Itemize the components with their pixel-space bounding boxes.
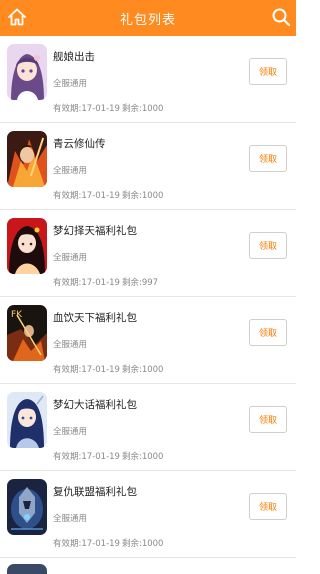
gift-list: 舰娘出击 全服通用 有效期:17-01-19 剩余:1000 领取 青云修仙传 全… bbox=[0, 36, 296, 558]
gift-remaining: 剩余:997 bbox=[121, 278, 159, 288]
claim-button[interactable]: 领取 bbox=[249, 58, 287, 85]
gift-expiry: 有效期:17-01-19 bbox=[53, 191, 120, 201]
claim-button[interactable]: 领取 bbox=[249, 406, 287, 433]
gift-remaining: 剩余:1000 bbox=[121, 191, 164, 201]
gift-meta: 有效期:17-01-19 剩余:1000 bbox=[53, 450, 163, 462]
next-item-peek bbox=[0, 558, 296, 574]
gift-name: 梦幻择天福利礼包 bbox=[53, 225, 137, 237]
gift-name: 舰娘出击 bbox=[53, 51, 95, 63]
top-bar: 礼包列表 bbox=[0, 0, 296, 36]
gift-expiry: 有效期:17-01-19 bbox=[53, 452, 120, 462]
gift-meta: 有效期:17-01-19 剩余:1000 bbox=[53, 537, 163, 549]
search-icon[interactable] bbox=[270, 6, 292, 28]
gift-expiry: 有效期:17-01-19 bbox=[53, 365, 120, 375]
claim-button[interactable]: 领取 bbox=[249, 145, 287, 172]
game-cover-anime-girl-icon bbox=[7, 44, 47, 100]
gift-meta: 有效期:17-01-19 剩余:1000 bbox=[53, 363, 163, 375]
game-cover-armored-knight-icon bbox=[7, 479, 47, 535]
gift-remaining: 剩余:1000 bbox=[121, 539, 164, 549]
gift-name: 复仇联盟福利礼包 bbox=[53, 486, 137, 498]
game-cover-fire-warrior-icon bbox=[7, 131, 47, 187]
gift-expiry: 有效期:17-01-19 bbox=[53, 104, 120, 114]
gift-scope: 全服通用 bbox=[53, 253, 88, 263]
page-title: 礼包列表 bbox=[119, 12, 176, 28]
gift-item[interactable]: 舰娘出击 全服通用 有效期:17-01-19 剩余:1000 领取 bbox=[0, 36, 296, 123]
game-cover-blue-hair-swordswoman-icon bbox=[7, 392, 47, 448]
gift-scope: 全服通用 bbox=[53, 514, 88, 524]
claim-button[interactable]: 领取 bbox=[249, 232, 287, 259]
gift-remaining: 剩余:1000 bbox=[121, 452, 164, 462]
gift-meta: 有效期:17-01-19 剩余:997 bbox=[53, 276, 158, 288]
game-cover-fk-warrior-icon: FK bbox=[7, 305, 47, 361]
game-cover-red-hair-heroine-icon bbox=[7, 218, 47, 274]
gift-meta: 有效期:17-01-19 剩余:1000 bbox=[53, 189, 163, 201]
gift-expiry: 有效期:17-01-19 bbox=[53, 539, 120, 549]
gift-name: 梦幻大话福利礼包 bbox=[53, 399, 137, 411]
gift-scope: 全服通用 bbox=[53, 427, 88, 437]
gift-scope: 全服通用 bbox=[53, 79, 88, 89]
gift-item[interactable]: FK 血饮天下福利礼包 全服通用 有效期:17-01-19 剩余:1000 领取 bbox=[0, 297, 296, 384]
gift-scope: 全服通用 bbox=[53, 166, 88, 176]
claim-button[interactable]: 领取 bbox=[249, 319, 287, 346]
home-icon[interactable] bbox=[6, 6, 28, 28]
gift-item[interactable]: 梦幻大话福利礼包 全服通用 有效期:17-01-19 剩余:1000 领取 bbox=[0, 384, 296, 471]
gift-remaining: 剩余:1000 bbox=[121, 365, 164, 375]
claim-button[interactable]: 领取 bbox=[249, 493, 287, 520]
game-cover-partial-icon bbox=[7, 564, 47, 574]
gift-scope: 全服通用 bbox=[53, 340, 88, 350]
gift-item[interactable]: 青云修仙传 全服通用 有效期:17-01-19 剩余:1000 领取 bbox=[0, 123, 296, 210]
gift-item[interactable]: 梦幻择天福利礼包 全服通用 有效期:17-01-19 剩余:997 领取 bbox=[0, 210, 296, 297]
gift-meta: 有效期:17-01-19 剩余:1000 bbox=[53, 102, 163, 114]
gift-name: 青云修仙传 bbox=[53, 138, 106, 150]
gift-remaining: 剩余:1000 bbox=[121, 104, 164, 114]
gift-item[interactable]: 复仇联盟福利礼包 全服通用 有效期:17-01-19 剩余:1000 领取 bbox=[0, 471, 296, 558]
gift-expiry: 有效期:17-01-19 bbox=[53, 278, 120, 288]
gift-name: 血饮天下福利礼包 bbox=[53, 312, 137, 324]
